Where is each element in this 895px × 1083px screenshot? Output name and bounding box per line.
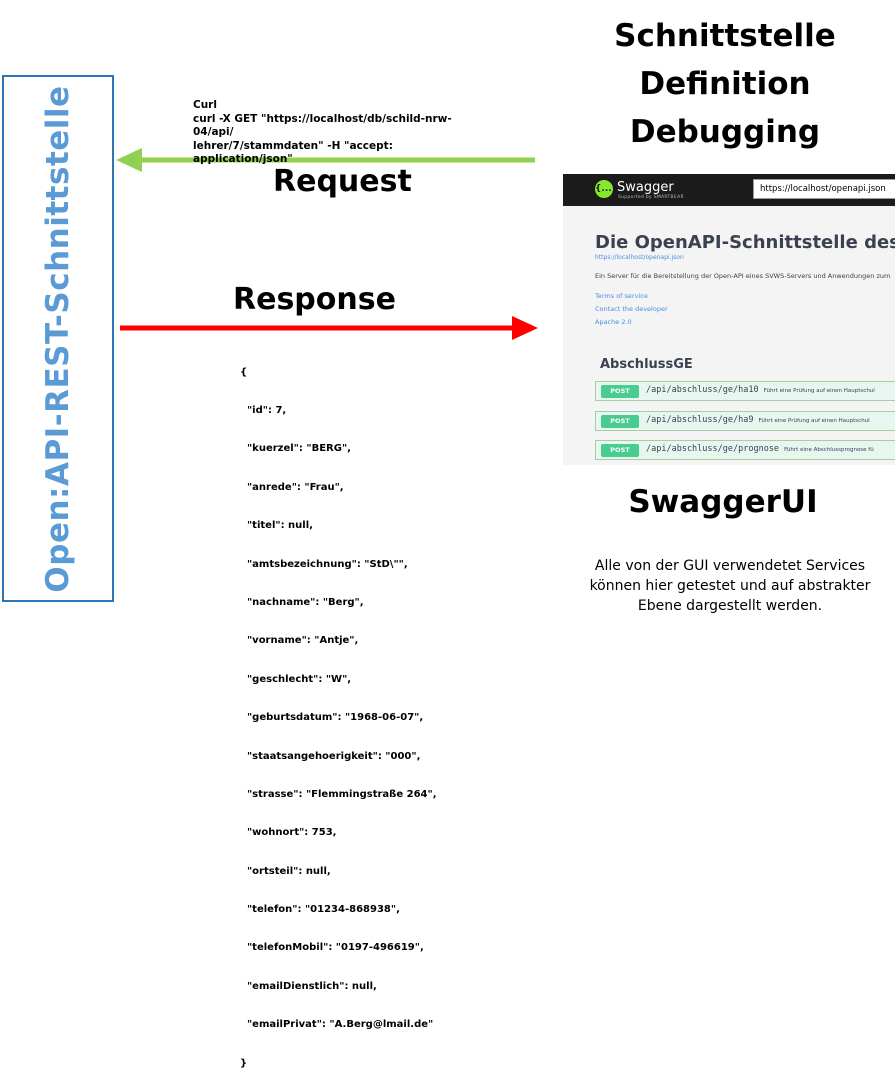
response-arrow: [120, 316, 538, 340]
json-line: "emailPrivat": "A.Berg@lmail.de": [240, 1019, 434, 1031]
operation-summary: Führt eine Abschlussprognose fü: [784, 447, 874, 453]
json-line: "geschlecht": "W",: [240, 673, 352, 685]
swagger-url-input[interactable]: https://localhost/openapi.json: [753, 179, 895, 199]
json-line: "telefonMobil": "0197-496619",: [240, 942, 424, 954]
json-line: "titel": null,: [240, 520, 313, 532]
caption-line: Alle von der GUI verwendetet Services: [594, 558, 866, 574]
heading-line: Debugging: [629, 114, 821, 150]
swagger-title: Die OpenAPI-Schnittstelle des SV: [595, 232, 895, 253]
json-line: "id": 7,: [240, 404, 287, 416]
swagger-brand-sub: Supported by SMARTBEAR: [618, 195, 684, 200]
json-line: "telefon": "01234-868938",: [240, 904, 400, 916]
swagger-tag-group[interactable]: AbschlussGE: [600, 357, 693, 372]
json-line: "ortsteil": null,: [240, 865, 331, 877]
request-label: Request: [273, 164, 412, 199]
operation-row[interactable]: POST /api/abschluss/ge/ha10 Führt eine Pr…: [595, 381, 895, 401]
license-link[interactable]: Apache 2.0: [595, 318, 632, 326]
operation-row[interactable]: POST /api/abschluss/ge/prognose Führt ein…: [595, 440, 895, 460]
json-line: "strasse": "Flemmingstraße 264",: [240, 788, 437, 800]
json-line: "nachname": "Berg",: [240, 596, 364, 608]
post-method-badge: POST: [601, 415, 639, 428]
swagger-spec-link[interactable]: https://localhost/openapi.json: [595, 254, 684, 261]
json-line: "wohnort": 753,: [240, 827, 337, 839]
curl-line: curl -X GET "https://localhost/db/schild…: [193, 112, 452, 139]
response-label: Response: [233, 282, 396, 317]
json-line: {: [240, 366, 248, 378]
swagger-logo-icon: {...}: [595, 180, 618, 198]
operation-summary: Führt eine Prüfung auf einen Hauptschul: [763, 388, 875, 394]
json-line: "emailDienstlich": null,: [240, 980, 377, 992]
operation-path: /api/abschluss/ge/ha10 Führt eine Prüfung…: [646, 385, 875, 395]
terms-link[interactable]: Terms of service: [595, 292, 648, 300]
json-response: { "id": 7, "kuerzel": "BERG", "anrede": …: [240, 341, 437, 1083]
swaggerui-label: SwaggerUI: [628, 484, 818, 520]
post-method-badge: POST: [601, 444, 639, 457]
swagger-topbar: {...} Swagger Supported by SMARTBEAR htt…: [563, 174, 895, 206]
json-line: }: [240, 1057, 248, 1069]
swagger-screenshot: {...} Swagger Supported by SMARTBEAR htt…: [563, 174, 895, 465]
post-method-badge: POST: [601, 385, 639, 398]
swaggerui-caption: Alle von der GUI verwendetet Services kö…: [570, 556, 890, 616]
curl-command: Curl curl -X GET "https://localhost/db/s…: [193, 99, 483, 167]
caption-line: können hier getestet und auf abstrakter: [589, 578, 871, 594]
json-line: "anrede": "Frau",: [240, 481, 344, 493]
contact-link[interactable]: Contact the developer: [595, 305, 668, 313]
swagger-description: Ein Server für die Bereitstellung der Op…: [595, 272, 891, 280]
caption-line: Ebene dargestellt werden.: [637, 598, 823, 614]
swagger-brand: Swagger: [617, 180, 674, 195]
json-line: "amtsbezeichnung": "StD\"",: [240, 558, 408, 570]
heading-line: Schnittstelle: [614, 18, 836, 54]
operation-path: /api/abschluss/ge/ha9 Führt eine Prüfung …: [646, 415, 870, 425]
operation-path: /api/abschluss/ge/prognose Führt eine Abs…: [646, 444, 874, 454]
curl-line: Curl: [193, 99, 217, 111]
curl-line: lehrer/7/stammdaten" -H "accept: applica…: [193, 139, 393, 166]
json-line: "staatsangehoerigkeit": "000",: [240, 750, 421, 762]
json-line: "kuerzel": "BERG",: [240, 443, 351, 455]
operation-summary: Führt eine Prüfung auf einen Hauptschul: [758, 418, 870, 424]
json-line: "vorname": "Antje",: [240, 635, 359, 647]
operation-row[interactable]: POST /api/abschluss/ge/ha9 Führt eine Prü…: [595, 411, 895, 431]
heading-line: Definition: [639, 66, 811, 102]
json-line: "geburtsdatum": "1968-06-07",: [240, 712, 424, 724]
